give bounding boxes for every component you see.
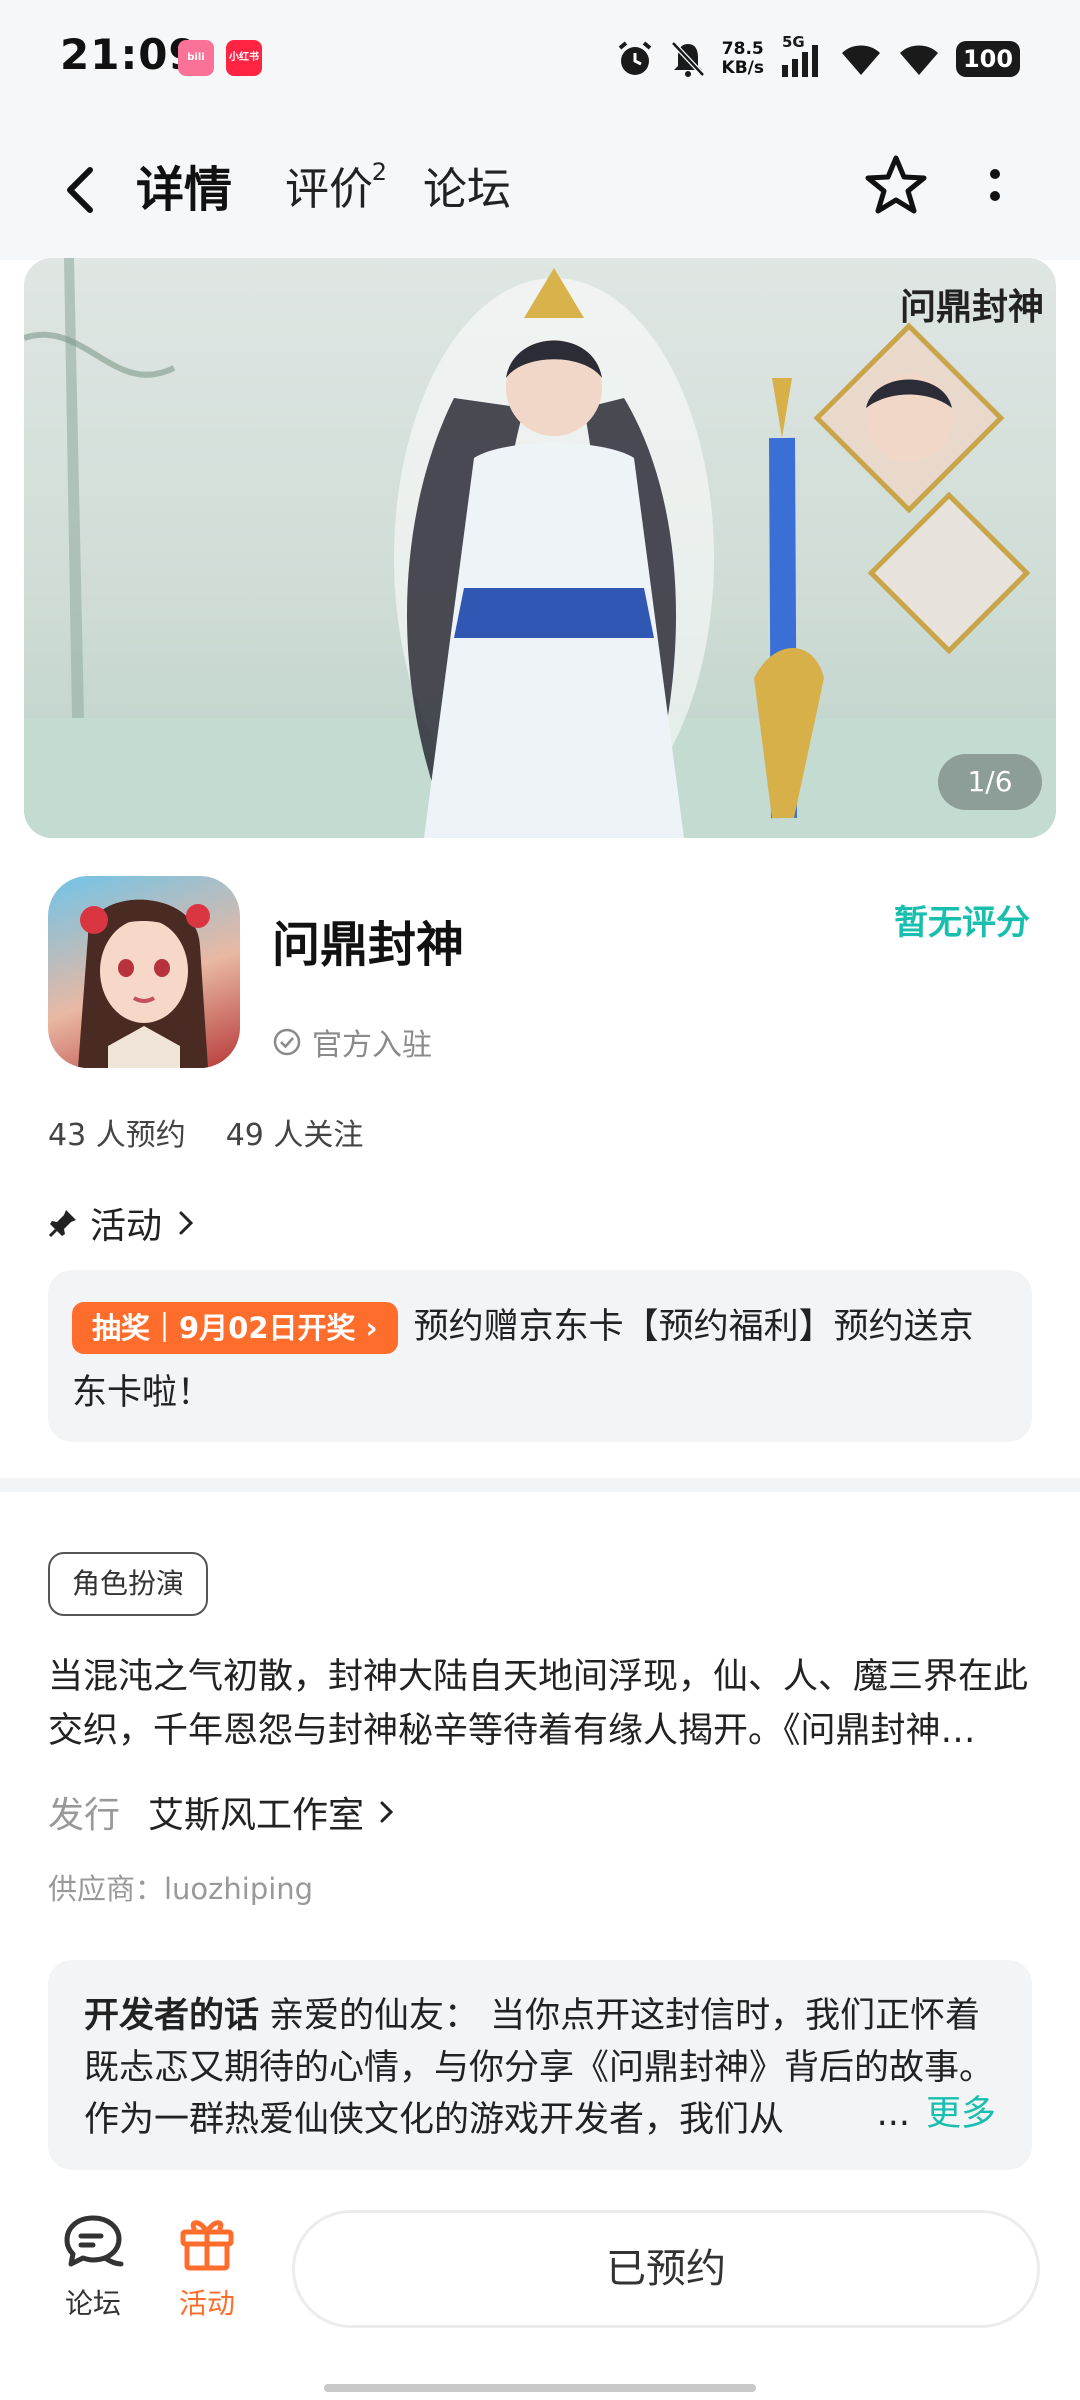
tab-details[interactable]: 详情 (130, 158, 239, 222)
tab-details-label: 详情 (136, 162, 233, 218)
activity-card[interactable]: 抽奖｜9月02日开奖 › 预约赠京东卡【预约福利】预约送京东卡啦！ (48, 1270, 1032, 1442)
wifi-icon (900, 45, 938, 75)
alarm-icon (618, 41, 651, 75)
official-label: 官方入驻 (312, 1028, 432, 1063)
more-vertical-icon[interactable] (975, 150, 1015, 222)
gift-icon (180, 2220, 234, 2271)
forum-chat-icon (64, 2215, 124, 2267)
bottom-action-bar: 论坛 活动 已预约 (0, 2190, 1080, 2400)
more-label: 更多 (925, 2094, 996, 2134)
bottom-nav-activity-label: 活动 (178, 2287, 235, 2320)
chevron-right-icon (380, 1801, 394, 1823)
publisher-row[interactable]: 发行 艾斯风工作室 (48, 1786, 398, 1838)
reserved-button[interactable]: 已预约 (292, 2210, 1040, 2328)
tab-forum[interactable]: 论坛 (423, 158, 511, 222)
more-link[interactable]: ... 更多 (862, 2088, 996, 2140)
follower-count: 49 人关注 (225, 1118, 364, 1153)
app-icon (48, 876, 240, 1068)
carousel-page-counter: 1/6 (938, 754, 1042, 810)
net-speed-unit: KB/s (721, 58, 764, 78)
battery-indicator: 100 (956, 41, 1020, 77)
top-nav: 详情 评价 2 论坛 (0, 120, 1080, 260)
home-indicator[interactable] (324, 2384, 756, 2392)
supplier-info: 供应商：luozhiping (48, 1872, 314, 1906)
rating-status: 暂无评分 (894, 903, 1030, 943)
banner-game-logo: 问鼎封神 (899, 286, 1044, 328)
official-badge: 官方入驻 (272, 1020, 432, 1064)
tab-reviews[interactable]: 评价 2 (285, 158, 387, 222)
developer-note-label: 开发者的话 (84, 1996, 260, 2036)
publisher-label: 发行 (48, 1795, 121, 1836)
xiaohongshu-badge-icon: 小红书 (226, 40, 262, 76)
wifi-icon (842, 45, 880, 75)
bilibili-badge-icon: bili (178, 40, 214, 76)
back-button[interactable] (52, 158, 112, 222)
bottom-nav-forum-label: 论坛 (64, 2287, 121, 2320)
bottom-nav-forum[interactable]: 论坛 (38, 2212, 148, 2322)
status-indicators: 78.5 KB/s 5G 100 (616, 33, 1020, 84)
app-name: 问鼎封神 (272, 917, 465, 973)
developer-note-card[interactable]: 开发者的话 亲爱的仙友： 当你点开这封信时，我们正怀着既忐忑又期待的心情，与你分享… (48, 1960, 1032, 2170)
activity-heading: 活动 (90, 1206, 163, 1247)
mute-bell-icon (670, 41, 705, 77)
genre-tag[interactable]: 角色扮演 (48, 1552, 209, 1616)
chevron-right-icon (179, 1211, 194, 1235)
tab-reviews-label: 评价 (285, 164, 373, 215)
game-description[interactable]: 当混沌之气初散，封神大陆自天地间浮现，仙、人、魔三界在此交织，千年恩怨与封神秘辛… (48, 1650, 1032, 1758)
signal-icon: 5G (780, 33, 824, 79)
reservation-count: 43 人预约 (48, 1118, 186, 1153)
lottery-tag: 抽奖｜9月02日开奖 › (72, 1302, 398, 1354)
app-stats: 43 人预约 49 人关注 (48, 1110, 363, 1154)
status-bar: 21:09 bili 小红书 78.5 KB/s 5G 100 (0, 0, 1080, 120)
publisher-name: 艾斯风工作室 (148, 1795, 365, 1836)
developer-note-text: 开发者的话 亲爱的仙友： 当你点开这封信时，我们正怀着既忐忑又期待的心情，与你分享… (84, 1990, 996, 2146)
net-speed: 78.5 KB/s (722, 40, 764, 78)
verified-check-icon (273, 1028, 301, 1056)
pin-icon (48, 1210, 76, 1238)
activity-section-header[interactable]: 活动 (48, 1198, 198, 1248)
section-divider (0, 1478, 1080, 1492)
banner-artwork (24, 258, 1056, 838)
favorite-star-button[interactable] (860, 150, 932, 222)
bottom-nav-activity[interactable]: 活动 (152, 2212, 262, 2322)
review-count-badge: 2 (371, 158, 387, 186)
ellipsis: ... (876, 2094, 910, 2134)
screenshot-carousel[interactable]: 问鼎封神 1/6 (24, 258, 1056, 838)
net-speed-value: 78.5 (721, 39, 764, 59)
